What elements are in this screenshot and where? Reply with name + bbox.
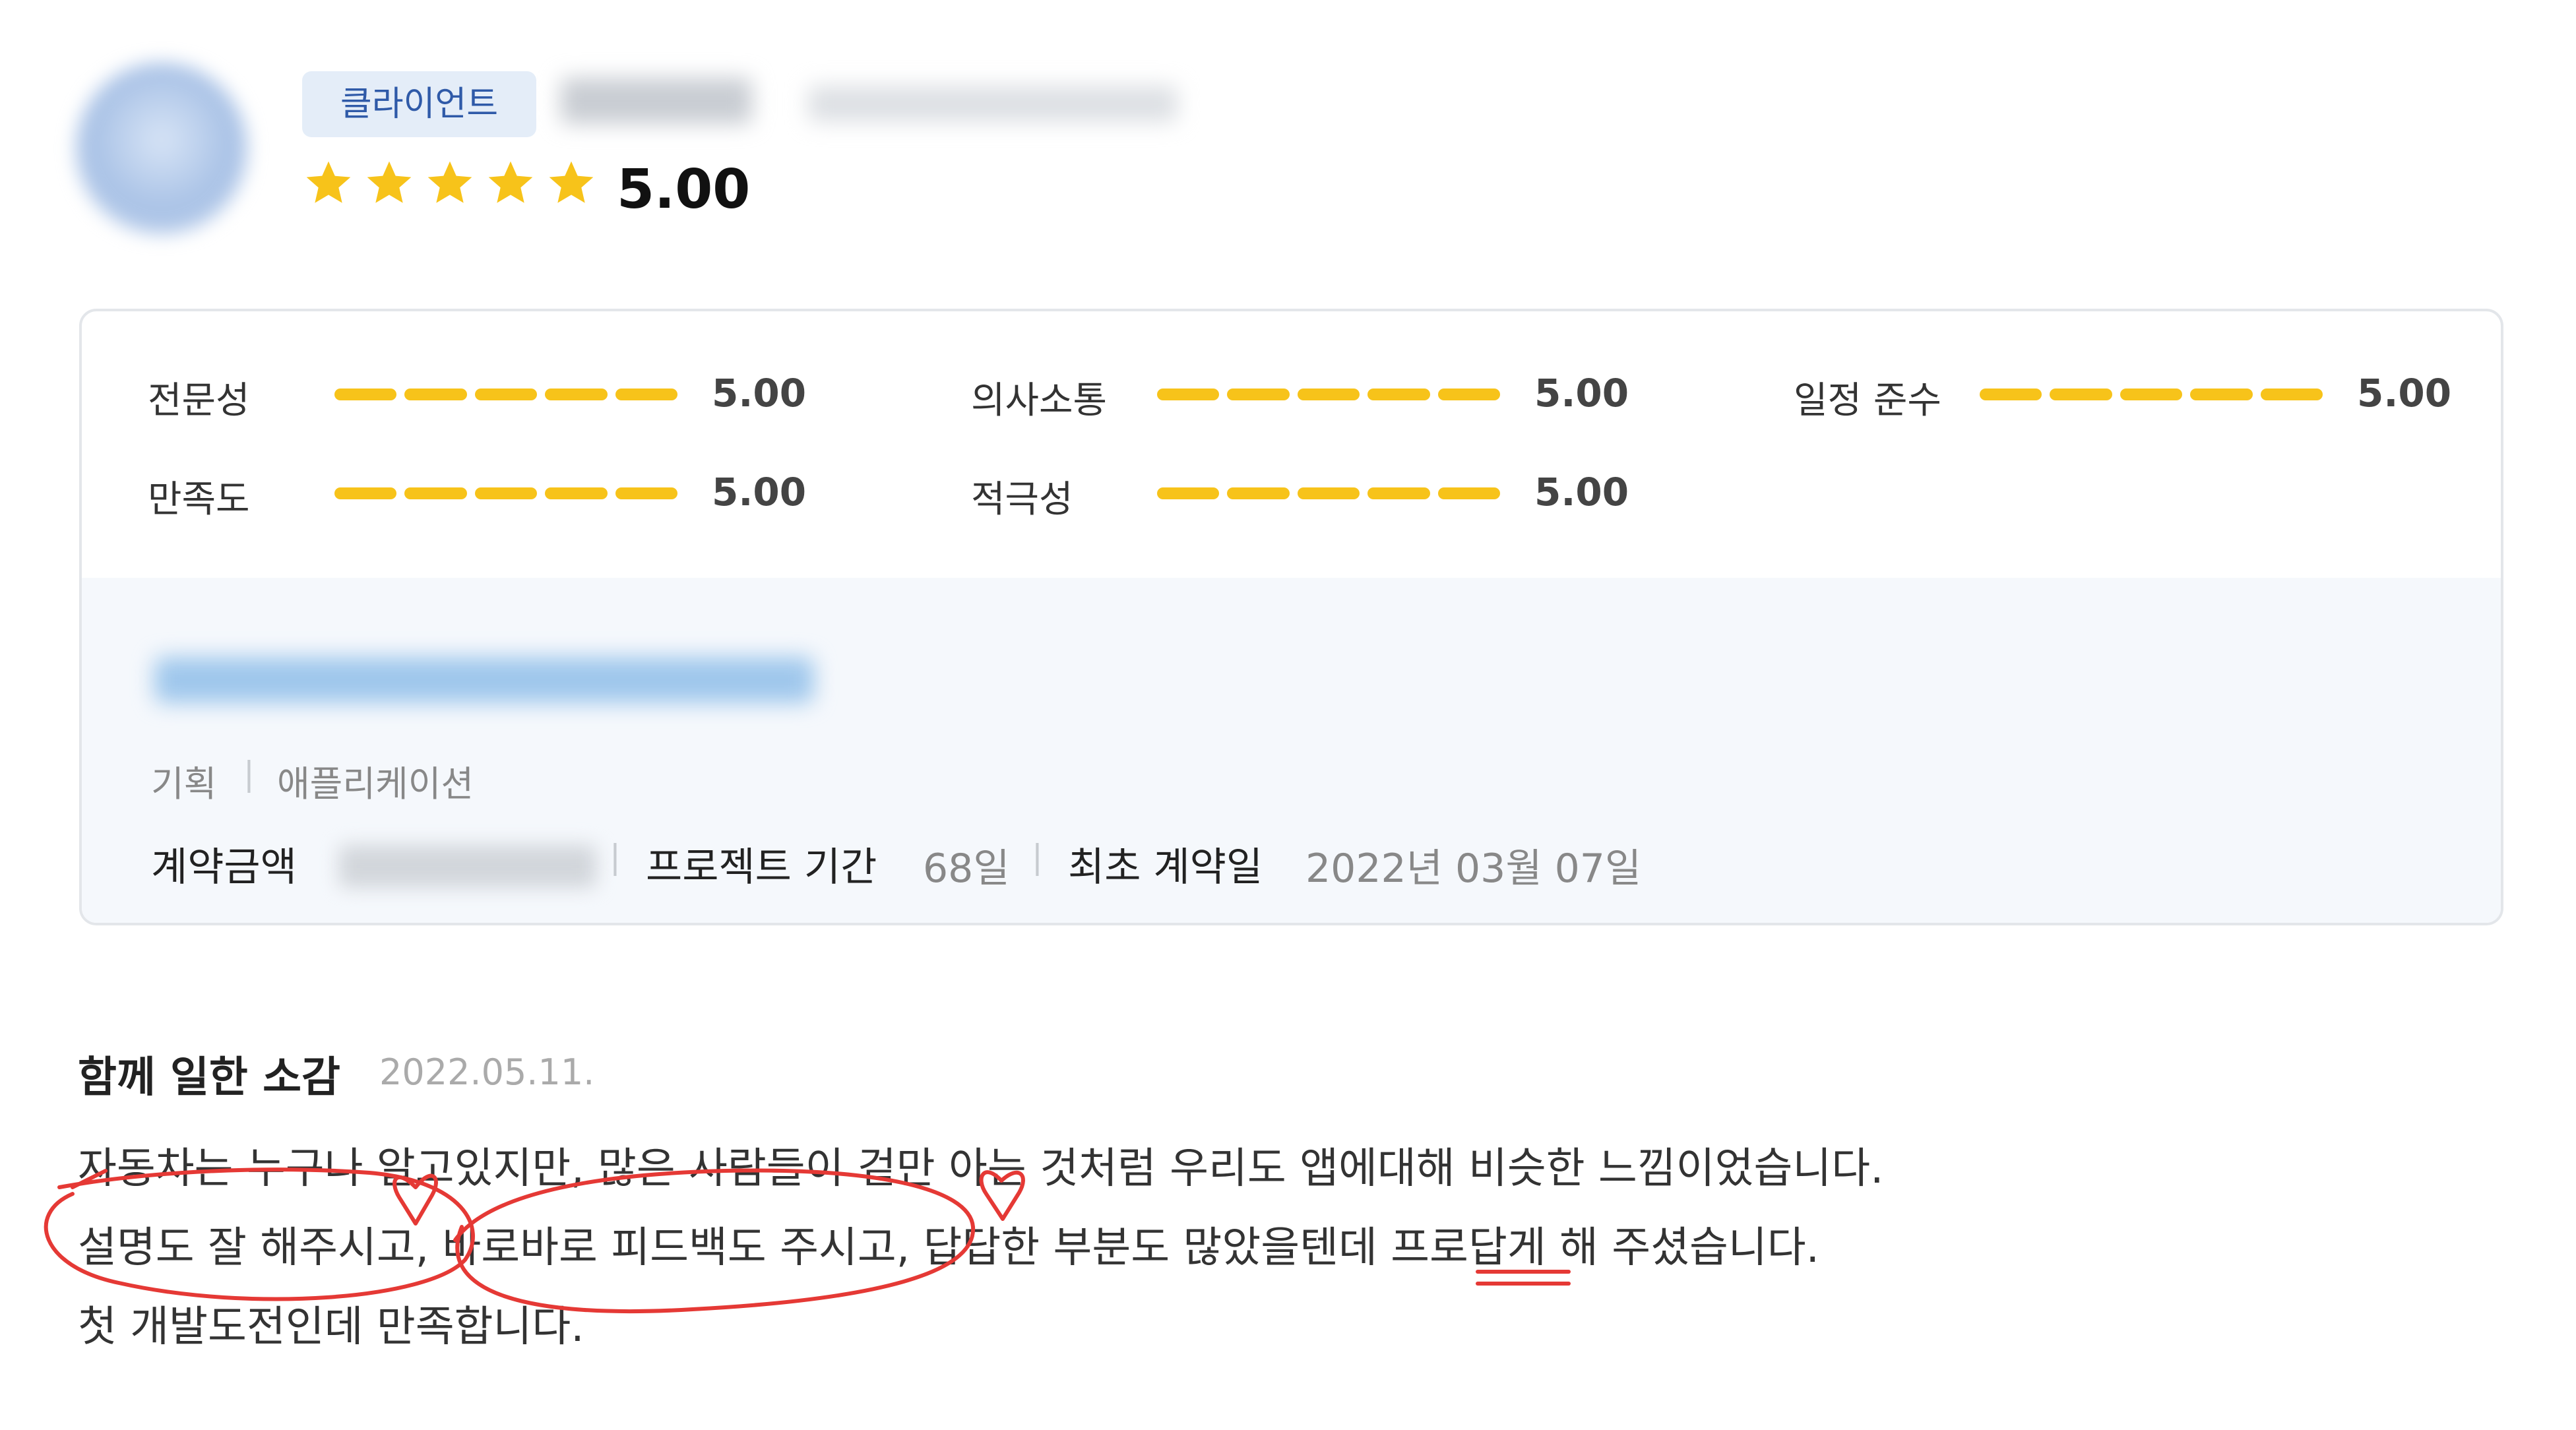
- star-icon: [549, 161, 594, 203]
- divider: |: [243, 755, 255, 793]
- contract-amount-label: 계약금액: [151, 844, 297, 890]
- review-text-line: 설명도 잘 해주시고, 바로바로 피드백도 주시고, 답답한 부분도 많았을텐데…: [78, 1224, 1820, 1272]
- blurred-user-meta: [808, 86, 1178, 122]
- overall-rating: 5.00: [617, 158, 751, 221]
- avatar: [76, 63, 247, 234]
- category-tag: 기획: [151, 763, 217, 805]
- review-text-line: 첫 개발도전인데 만족합니다.: [78, 1303, 584, 1352]
- score-label-expertise: 전문성: [148, 379, 250, 422]
- blurred-project-title[interactable]: [154, 657, 814, 703]
- review-title: 함께 일한 소감: [78, 1053, 340, 1102]
- score-value-schedule: 5.00: [2357, 371, 2452, 416]
- star-icon: [306, 161, 351, 203]
- score-bar-proactiveness: [1157, 487, 1501, 499]
- score-value-proactiveness: 5.00: [1534, 470, 1629, 514]
- category-tag: 애플리케이션: [277, 763, 474, 805]
- divider: |: [610, 838, 621, 876]
- first-contract-value: 2022년 03월 07일: [1305, 846, 1642, 892]
- role-badge: 클라이언트: [302, 71, 536, 137]
- score-bar-communication: [1157, 389, 1501, 400]
- score-label-proactiveness: 적극성: [971, 478, 1073, 521]
- score-value-expertise: 5.00: [712, 371, 807, 416]
- rating-card: 전문성 5.00 의사소통 5.00 일정 준수 5.00 만족도 5.00 적…: [79, 309, 2503, 925]
- first-contract-label: 최초 계약일: [1068, 844, 1263, 890]
- review-text-line: 자동차는 누구나 알고있지만, 많은 사람들이 겉만 아는 것처럼 우리도 앱에…: [78, 1144, 1884, 1193]
- score-label-satisfaction: 만족도: [148, 478, 250, 521]
- star-icon: [427, 161, 472, 203]
- score-value-communication: 5.00: [1534, 371, 1629, 416]
- star-icon: [488, 161, 533, 203]
- blurred-contract-amount: [339, 845, 596, 888]
- score-bar-expertise: [334, 389, 678, 400]
- score-bar-schedule: [1980, 389, 2323, 400]
- project-duration-label: 프로젝트 기간: [646, 844, 877, 890]
- star-icon: [367, 161, 412, 203]
- project-duration-value: 68일: [923, 846, 1010, 892]
- star-rating: [302, 157, 598, 210]
- score-label-communication: 의사소통: [971, 379, 1108, 422]
- blurred-username: [561, 78, 752, 124]
- score-value-satisfaction: 5.00: [712, 470, 807, 514]
- divider: |: [1032, 838, 1043, 876]
- score-label-schedule: 일정 준수: [1794, 379, 1941, 422]
- review-date: 2022.05.11.: [379, 1051, 595, 1093]
- project-info: 기획 | 애플리케이션 계약금액 | 프로젝트 기간 68일 | 최초 계약일 …: [82, 578, 2501, 923]
- score-bar-satisfaction: [334, 487, 678, 499]
